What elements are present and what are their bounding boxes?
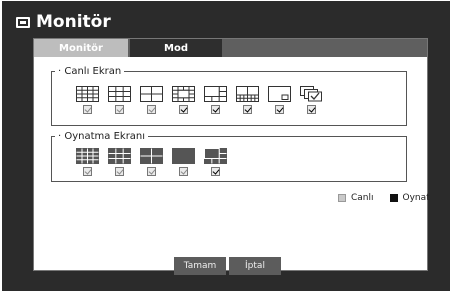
window-title: Monitör — [36, 12, 111, 32]
cancel-button[interactable]: İptal — [229, 257, 281, 275]
live-layout-option — [167, 86, 199, 114]
playback-layout-checkbox[interactable] — [82, 167, 92, 176]
live-layout-option — [263, 86, 295, 114]
grid-4-icon — [139, 148, 163, 164]
playback-layout-row — [71, 148, 231, 176]
playback-layout-checkbox[interactable] — [146, 167, 156, 176]
playback-screen-group: · Oynatma Ekranı — [51, 131, 407, 182]
live-screen-group: · Canlı Ekran — [51, 66, 407, 126]
pip-icon — [267, 86, 291, 102]
title-bar: Monitör — [16, 10, 111, 34]
playback-swatch — [389, 194, 398, 202]
tab-strip: Monitör Mod — [34, 39, 427, 57]
legend-playback-label: Oynat — [402, 193, 430, 203]
live-layout-option — [231, 86, 263, 114]
playback-screen-label-text: Oynatma Ekranı — [64, 131, 146, 142]
tab-monitor[interactable]: Monitör — [34, 39, 128, 57]
live-layout-checkbox[interactable] — [114, 105, 124, 114]
grid-16-icon — [75, 148, 99, 164]
playback-layout-checkbox[interactable] — [210, 167, 220, 176]
live-layout-checkbox[interactable] — [242, 105, 252, 114]
live-layout-option — [103, 86, 135, 114]
live-layout-checkbox[interactable] — [146, 105, 156, 114]
playback-layout-option — [167, 148, 199, 176]
live-layout-checkbox[interactable] — [210, 105, 220, 114]
monitor-window: Monitör Monitör Mod · Canlı Ekran · Oyna… — [2, 1, 450, 291]
mode-legend: Canlı Oynat — [338, 193, 430, 203]
live-screen-label: · Canlı Ekran — [58, 66, 122, 77]
live-layout-checkbox[interactable] — [274, 105, 284, 114]
sequence-icon — [299, 86, 323, 102]
playback-layout-checkbox[interactable] — [178, 167, 188, 176]
playback-screen-label: · Oynatma Ekranı — [58, 131, 146, 142]
playback-layout-option — [199, 148, 231, 176]
live-layout-checkbox[interactable] — [178, 105, 188, 114]
playback-layout-option — [135, 148, 167, 176]
live-screen-label-text: Canlı Ekran — [64, 66, 122, 77]
playback-layout-option — [103, 148, 135, 176]
live-layout-checkbox[interactable] — [306, 105, 316, 114]
grid-13-icon — [235, 86, 259, 102]
grid-16-icon — [75, 86, 99, 102]
live-layout-option — [295, 86, 327, 114]
monitor-icon — [16, 16, 30, 28]
live-swatch — [338, 194, 346, 202]
grid-6-icon — [203, 86, 227, 102]
grid-8-icon — [171, 86, 195, 102]
grid-9-icon — [107, 148, 131, 164]
grid-4-icon — [139, 86, 163, 102]
single-icon — [171, 148, 195, 164]
live-layout-option — [135, 86, 167, 114]
live-layout-checkbox[interactable] — [82, 105, 92, 114]
grid-6-icon — [203, 148, 227, 164]
playback-layout-checkbox[interactable] — [114, 167, 124, 176]
live-layout-row — [71, 86, 327, 114]
ok-button[interactable]: Tamam — [174, 257, 226, 275]
tab-mod[interactable]: Mod — [130, 39, 222, 57]
legend-live-label: Canlı — [351, 193, 374, 203]
playback-layout-option — [71, 148, 103, 176]
settings-panel: Monitör Mod · Canlı Ekran · Oynatma Ekra… — [33, 38, 430, 271]
grid-9-icon — [107, 86, 131, 102]
live-layout-option — [71, 86, 103, 114]
live-layout-option — [199, 86, 231, 114]
